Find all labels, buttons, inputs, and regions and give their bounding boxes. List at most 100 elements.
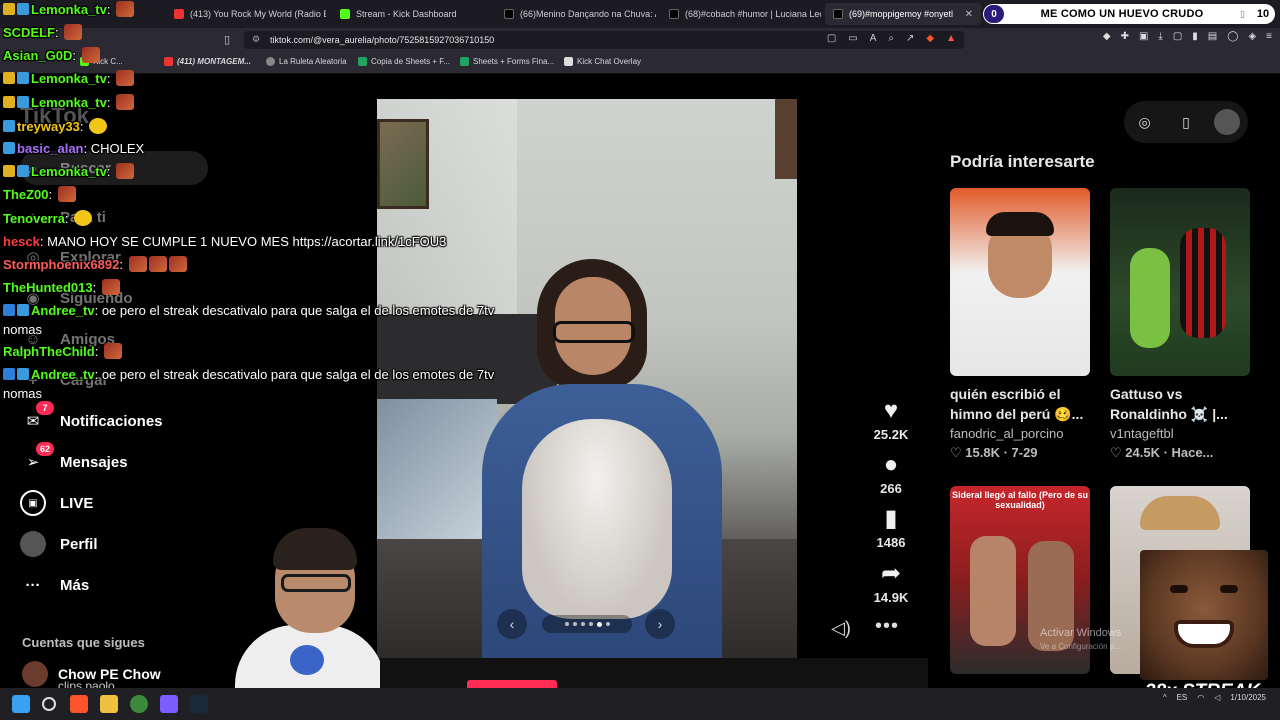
- emote-icon: [168, 256, 187, 272]
- crown-badge-icon: [3, 165, 15, 177]
- bookmark-item[interactable]: Kick Chat Overlay: [564, 57, 641, 66]
- nav-label: LIVE: [60, 494, 94, 512]
- puzzle-icon[interactable]: ✚: [1121, 31, 1129, 42]
- bookmark-icon: ▮: [884, 505, 898, 532]
- recommendation-card[interactable]: Gattuso vs Ronaldinho ☠️ |... v1ntageftb…: [1110, 188, 1250, 461]
- carousel-dot-active[interactable]: [596, 621, 602, 627]
- extension2-icon[interactable]: ▣: [1139, 31, 1148, 42]
- translate-icon[interactable]: A: [870, 33, 877, 44]
- comment-button[interactable]: ● 266: [866, 451, 916, 496]
- search-icon[interactable]: [42, 697, 56, 711]
- tab-label: (66)Menino Dançando na Chuva: A: [520, 9, 656, 19]
- brave-icon[interactable]: [70, 695, 88, 713]
- like-button[interactable]: ♥ 25.2K: [866, 397, 916, 442]
- browser-tab[interactable]: (68)#cobach #humor | Luciana Leon: [661, 3, 821, 25]
- comment-bar: [380, 658, 928, 688]
- favorite-button[interactable]: ▮ 1486: [866, 505, 916, 550]
- photo-monkey: [522, 419, 672, 619]
- steam-icon[interactable]: [190, 695, 208, 713]
- thumbnail-hat: [1140, 496, 1220, 530]
- live-icon: ▣: [20, 490, 46, 516]
- windows-start-icon[interactable]: [12, 695, 30, 713]
- volume-icon[interactable]: ◁): [831, 618, 851, 639]
- chat-username: Lemonka_tv: [31, 2, 107, 17]
- nav-item-live[interactable]: ▣ LIVE: [20, 487, 93, 519]
- menu-icon[interactable]: ≡: [1266, 31, 1272, 42]
- chat-username: Andree_tv: [31, 367, 95, 382]
- recommendation-author: v1ntageftbl: [1110, 426, 1174, 441]
- chat-text: nomas: [3, 322, 43, 337]
- share-button[interactable]: ➦ 14.9K: [866, 560, 916, 605]
- windows-activation-text: Activar Windows: [1040, 627, 1122, 639]
- chat-text: nomas: [3, 386, 43, 401]
- nav-item-more[interactable]: ··· Más: [20, 569, 90, 601]
- next-photo-button[interactable]: ›: [645, 609, 675, 639]
- left-counter: 0: [984, 5, 1004, 23]
- zoom-icon[interactable]: ⌕: [888, 33, 894, 44]
- reader-icon[interactable]: ▢: [827, 33, 836, 44]
- photo-tv: [377, 399, 497, 539]
- mod-sword-icon: [3, 304, 15, 316]
- browser-toolbar-icons: ◆ ✚ ▣ ⤓ ▢ ▮ ▤ ◯ ◈ ≡: [1103, 31, 1272, 42]
- webcam-hair: [273, 528, 357, 570]
- thumbnail-text: Sideral llegó al fallo (Pero de su sexua…: [951, 490, 1089, 510]
- carousel-dot[interactable]: [580, 622, 585, 626]
- sidebar-icon[interactable]: ▮: [1192, 31, 1198, 42]
- emote-icon: [116, 163, 135, 179]
- thumbnail-hair: [986, 212, 1054, 236]
- app-icon[interactable]: [130, 695, 148, 713]
- chat-username: Lemonka_tv: [31, 71, 107, 86]
- profile-icon[interactable]: ◯: [1227, 31, 1238, 42]
- emote-icon: [89, 118, 108, 134]
- file-explorer-icon[interactable]: [100, 695, 118, 713]
- recommendation-card[interactable]: quién escribió el himno del perú 🥴... fa…: [950, 188, 1090, 461]
- clock[interactable]: 1/10/2025: [1230, 692, 1266, 703]
- brave-shield-icon[interactable]: ◆: [926, 33, 934, 44]
- chat-username: Lemonka_tv: [31, 95, 107, 110]
- screenshot-icon[interactable]: ▢: [1173, 31, 1182, 42]
- device-icon[interactable]: ▯: [1173, 109, 1199, 135]
- chat-text: oe pero el streak descativalo para que s…: [101, 367, 495, 382]
- nav-label: Mensajes: [60, 453, 128, 471]
- wifi-icon[interactable]: ◠: [1197, 693, 1204, 702]
- chat-text: oe pero el streak descativalo para que s…: [101, 303, 495, 318]
- download-icon[interactable]: ⤓: [1158, 31, 1162, 42]
- emote-icon: [81, 47, 100, 63]
- close-tab-icon[interactable]: ✕: [965, 9, 973, 20]
- stream-title: ME COMO UN HUEVO CRUDO: [1040, 8, 1204, 20]
- nav-item-messages[interactable]: ➢ 62 Mensajes: [20, 442, 128, 478]
- cast-icon[interactable]: ▭: [848, 33, 857, 44]
- chat-username: Stormphoenix6892: [3, 257, 120, 272]
- nav-item-notifications[interactable]: ✉ 7 Notificaciones: [20, 401, 163, 437]
- carousel-dot[interactable]: [564, 622, 569, 626]
- carousel-dot[interactable]: [605, 622, 610, 626]
- user-avatar[interactable]: [1214, 109, 1241, 135]
- volume-icon[interactable]: ◁: [1214, 693, 1220, 702]
- recommendation-meta: ♡ 24.5K · Hace...: [1110, 445, 1214, 460]
- carousel-dot[interactable]: [588, 622, 593, 626]
- app-icon[interactable]: [160, 695, 178, 713]
- recommendation-author: fanodric_al_porcino: [950, 426, 1064, 441]
- sub-badge-icon: [17, 3, 29, 15]
- comment-icon: ●: [883, 451, 899, 478]
- recommendation-caption: Gattuso vs Ronaldinho ☠️ |...: [1110, 386, 1228, 422]
- photo-carousel-dots: [542, 615, 632, 633]
- windows-activation-sub: Ve a Configuración p...: [1040, 642, 1121, 651]
- prev-photo-button[interactable]: ‹: [497, 609, 527, 639]
- tray-chevron-icon[interactable]: ^: [1163, 693, 1167, 702]
- language-indicator[interactable]: ES: [1177, 693, 1188, 702]
- notification-badge: 7: [36, 401, 54, 415]
- share-icon[interactable]: ↗: [906, 33, 914, 44]
- post-button[interactable]: [467, 680, 557, 688]
- more-options-icon[interactable]: •••: [875, 615, 899, 638]
- crown-badge-icon: [3, 96, 15, 108]
- rewards-icon[interactable]: ▲: [946, 33, 956, 44]
- carousel-dot[interactable]: [572, 622, 577, 626]
- wallet-icon[interactable]: ▤: [1208, 31, 1217, 42]
- extension-icon[interactable]: ◆: [1103, 31, 1111, 42]
- nav-item-profile[interactable]: Perfil: [20, 528, 98, 560]
- vpn-icon[interactable]: ◈: [1248, 31, 1256, 42]
- browser-tab-active[interactable]: (69)#moppigemoy #onyetlucu # ✕: [825, 3, 981, 25]
- crown-badge-icon: [3, 72, 15, 84]
- coins-icon[interactable]: ◎: [1132, 109, 1158, 135]
